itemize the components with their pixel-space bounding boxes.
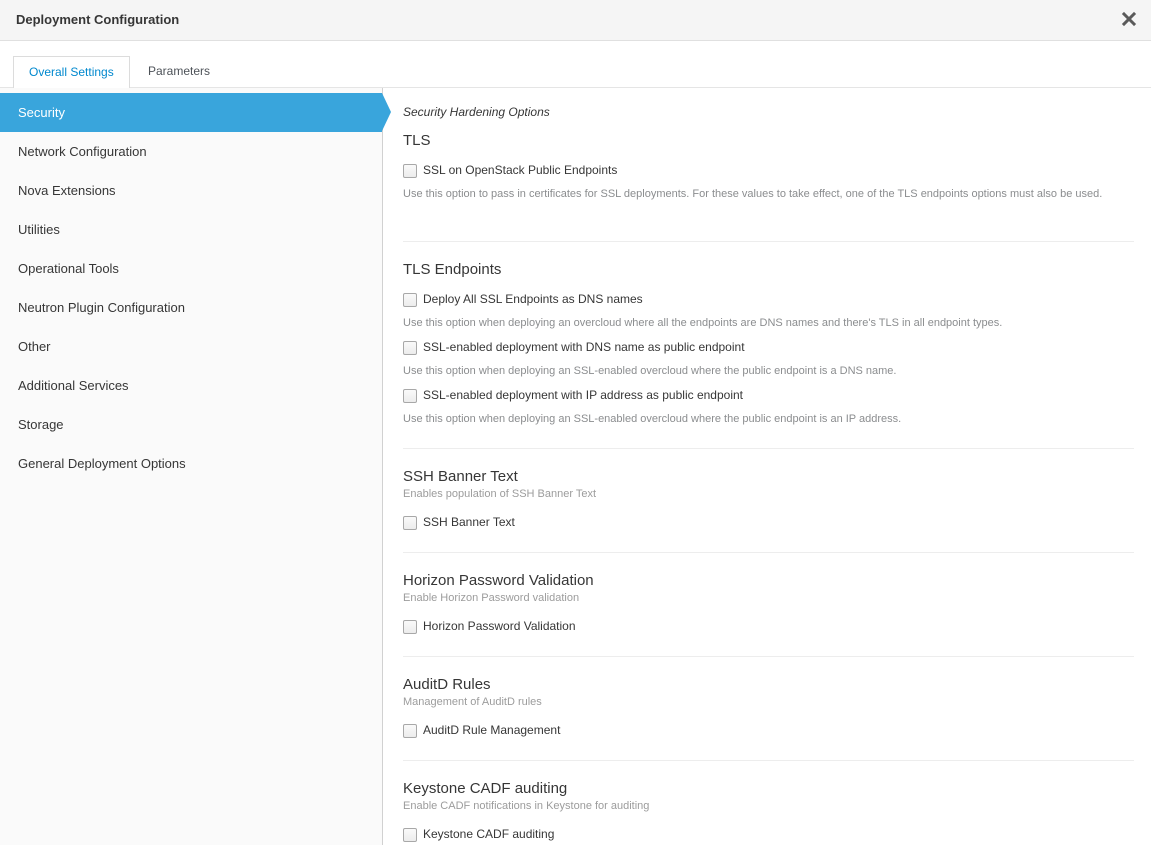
option-deploy-ssl-dns[interactable]: Deploy All SSL Endpoints as DNS names <box>403 291 643 307</box>
option-keystone-cadf[interactable]: Keystone CADF auditing <box>403 826 554 842</box>
checkbox-label: Horizon Password Validation <box>423 619 576 633</box>
checkbox[interactable] <box>403 293 417 307</box>
sidebar-item-general-deployment-options[interactable]: General Deployment Options <box>0 444 382 483</box>
sidebar-item-utilities[interactable]: Utilities <box>0 210 382 249</box>
checkbox[interactable] <box>403 389 417 403</box>
option-ssl-dns-public[interactable]: SSL-enabled deployment with DNS name as … <box>403 339 745 355</box>
checkbox[interactable] <box>403 341 417 355</box>
content-subtitle: Security Hardening Options <box>403 105 550 119</box>
checkbox[interactable] <box>403 828 417 842</box>
sidebar-item-network-configuration[interactable]: Network Configuration <box>0 132 382 171</box>
checkbox-label: Keystone CADF auditing <box>423 827 555 841</box>
sidebar-item-storage[interactable]: Storage <box>0 405 382 444</box>
section-title-auditd: AuditD Rules <box>403 676 491 693</box>
sidebar-item-nova-extensions[interactable]: Nova Extensions <box>0 171 382 210</box>
sidebar-item-other[interactable]: Other <box>0 327 382 366</box>
modal-header: Deployment Configuration <box>0 0 1151 41</box>
sidebar-item-additional-services[interactable]: Additional Services <box>0 366 382 405</box>
checkbox-label: AuditD Rule Management <box>423 723 561 737</box>
checkbox[interactable] <box>403 724 417 738</box>
help-text: Use this option when deploying an overcl… <box>403 317 1003 329</box>
checkbox[interactable] <box>403 164 417 178</box>
checkbox-label: SSL-enabled deployment with IP address a… <box>423 388 743 402</box>
checkbox[interactable] <box>403 620 417 634</box>
section-description: Enable Horizon Password validation <box>403 592 580 604</box>
close-icon <box>1121 11 1137 27</box>
option-horizon-password[interactable]: Horizon Password Validation <box>403 618 576 634</box>
checkbox-label: Deploy All SSL Endpoints as DNS names <box>423 292 643 306</box>
modal-title: Deployment Configuration <box>16 12 180 27</box>
checkbox-label: SSH Banner Text <box>423 515 515 529</box>
section-description: Enable CADF notifications in Keystone fo… <box>403 800 650 812</box>
help-text: Use this option when deploying an SSL-en… <box>403 413 902 425</box>
divider <box>403 448 1134 449</box>
divider <box>403 760 1134 761</box>
sidebar-item-neutron-plugin-configuration[interactable]: Neutron Plugin Configuration <box>0 288 382 327</box>
tab-bar: Overall Settings Parameters <box>0 41 1151 89</box>
option-ssh-banner[interactable]: SSH Banner Text <box>403 514 515 530</box>
section-title-horizon-password: Horizon Password Validation <box>403 572 594 589</box>
section-title-keystone-cadf: Keystone CADF auditing <box>403 780 568 797</box>
checkbox-label: SSL on OpenStack Public Endpoints <box>423 163 618 177</box>
divider <box>403 241 1134 242</box>
help-text: Use this option to pass in certificates … <box>403 188 1103 200</box>
divider <box>403 656 1134 657</box>
tab-overall-settings[interactable]: Overall Settings <box>13 56 130 89</box>
sidebar-item-security[interactable]: Security <box>0 93 391 132</box>
close-button[interactable] <box>1119 9 1139 29</box>
help-text: Use this option when deploying an SSL-en… <box>403 365 897 377</box>
option-auditd[interactable]: AuditD Rule Management <box>403 722 560 738</box>
section-description: Enables population of SSH Banner Text <box>403 488 597 500</box>
checkbox-label: SSL-enabled deployment with DNS name as … <box>423 340 745 354</box>
sidebar: Security Network Configuration Nova Exte… <box>0 88 391 845</box>
option-ssl-public-endpoints[interactable]: SSL on OpenStack Public Endpoints <box>403 162 617 178</box>
tab-parameters[interactable]: Parameters <box>133 56 225 89</box>
section-title-ssh-banner: SSH Banner Text <box>403 468 518 485</box>
section-title-tls: TLS <box>403 132 431 149</box>
section-description: Management of AuditD rules <box>403 696 542 708</box>
checkbox[interactable] <box>403 516 417 530</box>
option-ssl-ip-public[interactable]: SSL-enabled deployment with IP address a… <box>403 387 743 403</box>
sidebar-item-operational-tools[interactable]: Operational Tools <box>0 249 382 288</box>
section-title-tls-endpoints: TLS Endpoints <box>403 261 502 278</box>
divider <box>403 552 1134 553</box>
